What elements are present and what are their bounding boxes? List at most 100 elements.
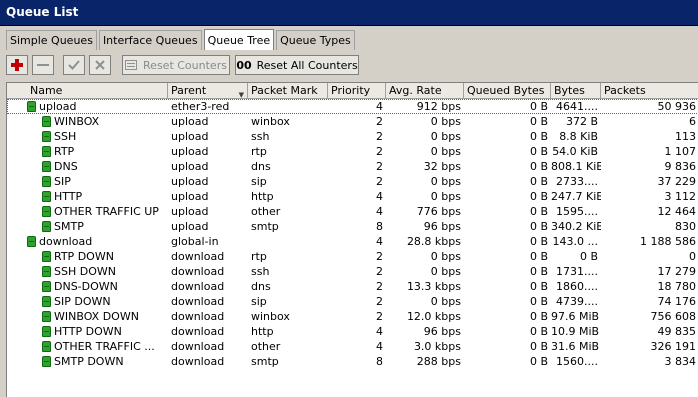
reset-all-counters-button[interactable]: 00 Reset All Counters: [235, 55, 359, 75]
disable-button[interactable]: [89, 55, 111, 75]
remove-button[interactable]: [32, 55, 54, 75]
table-row[interactable]: HTTP upload http 4 0 bps 0 B 247.7 KiB 3 112: [7, 189, 698, 204]
cell-packets: 12 464: [657, 205, 697, 218]
tab-queue-types[interactable]: Queue Types: [276, 30, 355, 50]
column-header-avg-rate[interactable]: Avg. Rate: [386, 83, 464, 98]
cell-packets: 830: [675, 220, 696, 233]
queue-name: download: [39, 235, 93, 248]
table-row[interactable]: SIP DOWN download sip 2 0 bps 0 B 4739.... 74 1…: [7, 294, 698, 309]
queue-name: OTHER TRAFFIC ...: [54, 340, 155, 353]
cell-name: WINBOX: [17, 114, 168, 129]
table-row[interactable]: WINBOX DOWN download winbox 2 12.0 kbps 0 B 97…: [7, 309, 698, 324]
cell-rate: 28.8 kbps: [406, 235, 461, 248]
cell-parent: download: [171, 355, 225, 368]
column-header-packets[interactable]: Packets: [601, 83, 698, 98]
cell-bytes: 1595....: [556, 205, 598, 218]
cell-name: DNS: [17, 159, 168, 174]
table-row[interactable]: download global-in 4 28.8 kbps 0 B 143.0 ... 1…: [7, 234, 698, 249]
table-row[interactable]: upload ether3-red 4 912 bps 0 B 4641.... 50 93…: [7, 99, 698, 114]
cell-name: DNS-DOWN: [17, 279, 168, 294]
queue-icon: [42, 131, 51, 142]
table-row[interactable]: RTP DOWN download rtp 2 0 bps 0 B 0 B 0: [7, 249, 698, 264]
cell-parent: global-in: [171, 235, 219, 248]
cell-mark: rtp: [251, 250, 267, 263]
cell-queued: 0 B: [529, 310, 548, 323]
cell-packets: 49 835: [657, 325, 697, 338]
tab-bar: Simple Queues Interface Queues Queue Tre…: [6, 29, 357, 50]
cell-queued: 0 B: [529, 115, 548, 128]
cell-name: SIP DOWN: [17, 294, 168, 309]
cell-packets: 74 176: [657, 295, 697, 308]
table-row[interactable]: SMTP upload smtp 8 96 bps 0 B 340.2 KiB 830: [7, 219, 698, 234]
table-row[interactable]: OTHER TRAFFIC ... download other 4 3.0 kbps 0…: [7, 339, 698, 354]
cell-packets: 6: [689, 115, 696, 128]
add-button[interactable]: [6, 55, 28, 75]
cell-packets: 1 188 586: [640, 235, 696, 248]
cell-queued: 0 B: [529, 280, 548, 293]
cell-queued: 0 B: [529, 235, 548, 248]
table-row[interactable]: HTTP DOWN download http 4 96 bps 0 B 10.9 MiB 4…: [7, 324, 698, 339]
column-header-bytes[interactable]: Bytes: [551, 83, 601, 98]
cell-bytes: 4641....: [556, 100, 598, 113]
cell-priority: 2: [376, 160, 383, 173]
table-row[interactable]: SIP upload sip 2 0 bps 0 B 2733.... 37 229: [7, 174, 698, 189]
cell-name: HTTP: [17, 189, 168, 204]
cell-priority: 4: [376, 100, 383, 113]
cell-queued: 0 B: [529, 190, 548, 203]
queue-name: WINBOX DOWN: [54, 310, 139, 323]
column-header-priority[interactable]: Priority: [328, 83, 386, 98]
queue-name: SSH: [54, 130, 77, 143]
column-header-parent[interactable]: Parent ▼: [168, 83, 248, 98]
table-row[interactable]: DNS-DOWN download dns 2 13.3 kbps 0 B 1860....…: [7, 279, 698, 294]
table-row[interactable]: DNS upload dns 2 32 bps 0 B 808.1 KiB 9 836: [7, 159, 698, 174]
cell-priority: 4: [376, 235, 383, 248]
cell-bytes: 2733....: [556, 175, 598, 188]
column-header-queued-bytes[interactable]: Queued Bytes: [464, 83, 551, 98]
cell-parent: download: [171, 250, 225, 263]
cell-mark: dns: [251, 280, 271, 293]
table-row[interactable]: SSH DOWN download ssh 2 0 bps 0 B 1731.... 17 2…: [7, 264, 698, 279]
cell-queued: 0 B: [529, 340, 548, 353]
cell-priority: 2: [376, 250, 383, 263]
queue-icon: [42, 146, 51, 157]
column-header-name[interactable]: Name: [27, 83, 168, 98]
cell-bytes: 1560....: [556, 355, 598, 368]
cell-bytes: 1860....: [556, 280, 598, 293]
cell-name: download: [17, 234, 168, 249]
x-icon: [95, 60, 105, 70]
cell-rate: 96 bps: [423, 220, 461, 233]
reset-counters-button[interactable]: Reset Counters: [122, 55, 230, 75]
enable-button[interactable]: [63, 55, 85, 75]
cell-parent: upload: [171, 130, 209, 143]
table-row[interactable]: OTHER TRAFFIC UP upload other 4 776 bps 0 B 15…: [7, 204, 698, 219]
queue-icon: [42, 191, 51, 202]
cell-packets: 756 608: [650, 310, 697, 323]
cell-mark: sip: [251, 295, 267, 308]
cell-name: RTP DOWN: [17, 249, 168, 264]
cell-priority: 2: [376, 280, 383, 293]
cell-mark: smtp: [251, 355, 279, 368]
column-header-packet-mark[interactable]: Packet Mark: [248, 83, 328, 98]
table-row[interactable]: WINBOX upload winbox 2 0 bps 0 B 372 B 6: [7, 114, 698, 129]
queue-name: DNS-DOWN: [54, 280, 118, 293]
queue-icon: [42, 311, 51, 322]
tab-interface-queues[interactable]: Interface Queues: [98, 30, 202, 50]
window-titlebar: Queue List: [0, 0, 698, 26]
cell-rate: 776 bps: [416, 205, 461, 218]
tab-queue-tree[interactable]: Queue Tree: [203, 29, 275, 50]
table-row[interactable]: RTP upload rtp 2 0 bps 0 B 54.0 KiB 1 107: [7, 144, 698, 159]
cell-mark: ssh: [251, 130, 270, 143]
cell-parent: download: [171, 265, 225, 278]
cell-parent: ether3-red: [171, 100, 230, 113]
cell-bytes: 4739....: [556, 295, 598, 308]
cell-priority: 4: [376, 205, 383, 218]
queue-icon: [42, 221, 51, 232]
cell-packets: 18 780: [657, 280, 697, 293]
cell-priority: 4: [376, 340, 383, 353]
table-row[interactable]: SSH upload ssh 2 0 bps 0 B 8.8 KiB 113: [7, 129, 698, 144]
tab-simple-queues[interactable]: Simple Queues: [6, 30, 97, 50]
cell-priority: 2: [376, 265, 383, 278]
sort-down-icon: ▼: [238, 91, 244, 98]
table-row[interactable]: SMTP DOWN download smtp 8 288 bps 0 B 1560....…: [7, 354, 698, 369]
cell-priority: 8: [376, 355, 383, 368]
